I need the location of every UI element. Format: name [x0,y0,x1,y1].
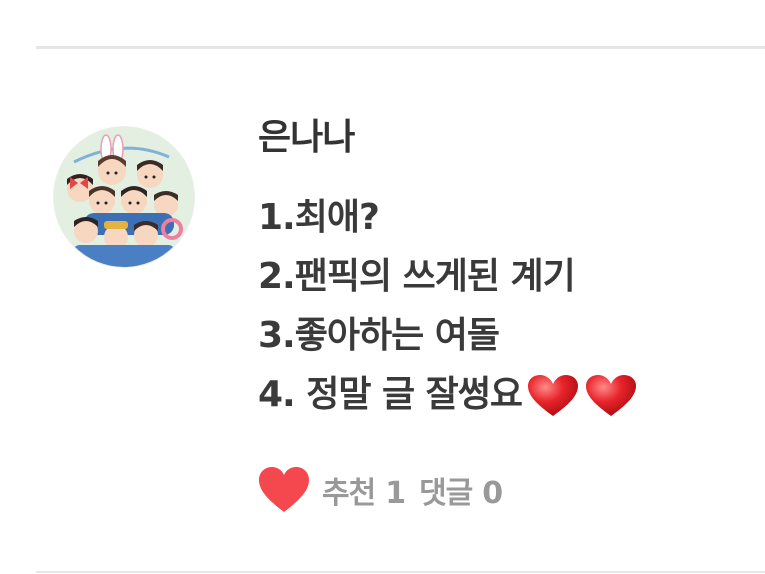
post-line: 1.최애? [258,197,380,238]
avatar-illustration [54,127,194,267]
post-line-text: 4. 정말 글 잘썽요 [258,374,523,415]
avatar[interactable] [54,127,194,267]
post-line: 2.팬픽의 쓰게된 계기 [258,256,576,297]
comment-stat[interactable]: 댓글 0 [419,468,503,512]
post-line: 3.좋아하는 여돌 [258,315,500,356]
like-heart-icon[interactable] [258,466,310,514]
top-divider [36,46,765,49]
like-count: 1 [385,476,406,511]
comment-label: 댓글 [419,476,473,511]
post-footer: 추천 1 댓글 0 [258,462,503,518]
author-name[interactable]: 은나나 [258,116,355,160]
post-body: 1.최애? 2.팬픽의 쓰게된 계기 3.좋아하는 여돌 4. 정말 글 잘썽요 [258,188,758,424]
red-heart-emoji-icon [586,375,637,416]
comment-count: 0 [482,476,503,511]
red-heart-emoji-icon [528,375,579,416]
post-line-last: 4. 정말 글 잘썽요 [258,365,758,424]
bottom-divider [36,571,765,573]
like-stat[interactable]: 추천 1 [322,468,406,512]
like-label: 추천 [322,476,376,511]
